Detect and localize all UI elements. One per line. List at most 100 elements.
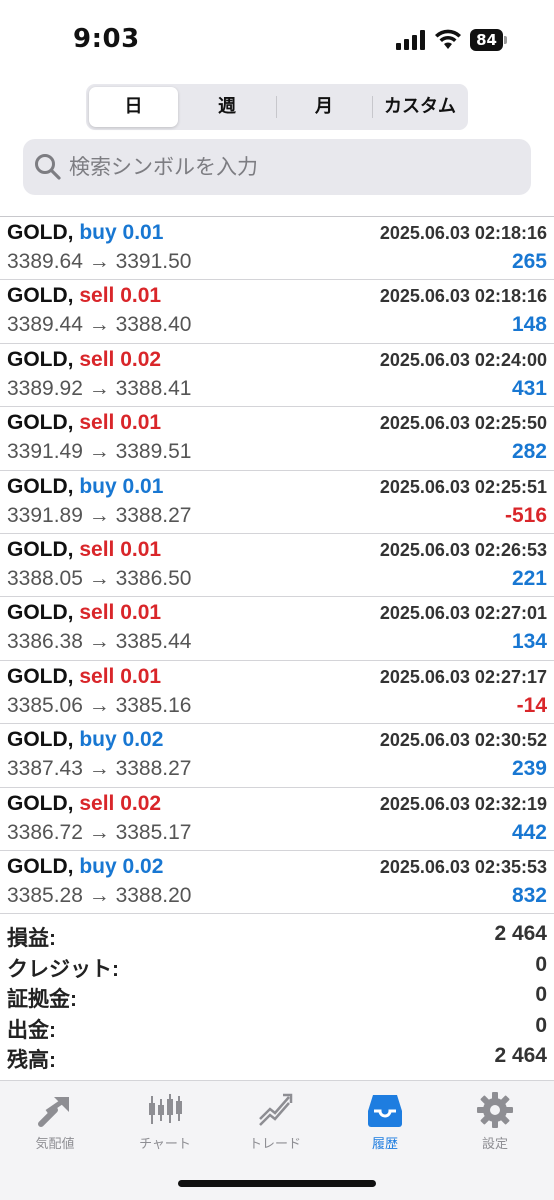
tab-label: 気配値: [35, 1137, 75, 1152]
trade-time: 2025.06.03 02:18:16: [379, 223, 547, 243]
chart-icon: [149, 1094, 182, 1124]
battery-indicator: 84: [470, 29, 507, 51]
trade-row[interactable]: GOLD, buy 0.02 2025.06.03 02:30:52 3387.43…: [0, 724, 554, 788]
trade-prices: 3391.49 → 3389.51: [7, 440, 192, 464]
trade-row[interactable]: GOLD, sell 0.02 2025.06.03 02:24:00 3389.9…: [0, 344, 554, 408]
trade-time: 2025.06.03 02:27:17: [379, 666, 547, 687]
trade-row[interactable]: GOLD, buy 0.01 2025.06.03 02:25:51 3391.89…: [0, 471, 554, 534]
tab-settings[interactable]: 設定: [440, 1081, 550, 1161]
trade-prices: 3391.89 → 3388.27: [7, 503, 192, 527]
trade-profit: 832: [511, 883, 547, 907]
trade-row[interactable]: GOLD, sell 0.01 2025.06.03 02:25:50 3391.4…: [0, 407, 554, 471]
tab-chart[interactable]: チャート: [110, 1081, 220, 1161]
trade-row[interactable]: GOLD, sell 0.02 2025.06.03 02:32:19 3386.7…: [0, 788, 554, 851]
trade-icon: [259, 1093, 293, 1126]
period-segmented-control: 日 週 月 カスタム: [86, 84, 468, 130]
trade-symbol: GOLD, sell 0.01: [7, 538, 161, 562]
trade-row[interactable]: GOLD, sell 0.01 2025.06.03 02:18:16 3389.4…: [0, 280, 554, 344]
trade-prices: 3385.06 → 3385.16: [7, 693, 192, 717]
settings-icon: [477, 1092, 513, 1128]
trade-profit: 431: [511, 376, 547, 400]
summary-value: 0: [535, 983, 547, 1006]
summary-label: 損益:: [7, 927, 56, 950]
trade-time: 2025.06.03 02:27:01: [379, 603, 547, 624]
cellular-signal-icon: [396, 30, 425, 50]
trade-time: 2025.06.03 02:25:50: [379, 413, 547, 434]
trade-time: 2025.06.03 02:18:16: [379, 286, 547, 307]
summary-label: クレジット:: [7, 957, 119, 981]
trade-prices: 3386.72 → 3385.17: [7, 820, 192, 844]
trade-side: buy 0.02: [79, 728, 164, 752]
trade-row[interactable]: GOLD, sell 0.01 2025.06.03 02:26:53 3388.0…: [0, 534, 554, 598]
symbol-name: GOLD,: [7, 791, 74, 815]
segment-month[interactable]: 月: [278, 87, 370, 127]
trade-row[interactable]: GOLD, buy 0.02 2025.06.03 02:35:53 3385.28…: [0, 851, 554, 915]
symbol-name: GOLD,: [7, 347, 74, 371]
trade-side: sell 0.02: [79, 791, 162, 815]
trade-symbol: GOLD, buy 0.01: [7, 221, 163, 245]
trade-side: sell 0.01: [79, 411, 162, 435]
summary-row: 証拠金: 0: [0, 981, 554, 1012]
trade-prices: 3386.38 → 3385.44: [7, 630, 192, 654]
symbol-name: GOLD,: [7, 728, 74, 752]
trade-profit: 282: [511, 440, 547, 464]
summary-value: 0: [535, 952, 547, 976]
trade-side: sell 0.01: [79, 601, 162, 625]
trade-time: 2025.06.03 02:25:51: [379, 476, 547, 497]
trade-row[interactable]: GOLD, buy 0.01 2025.06.03 02:18:16 3389.64…: [0, 217, 554, 281]
tab-label: 設定: [481, 1137, 508, 1152]
trade-time: 2025.06.03 02:26:53: [379, 539, 547, 560]
segment-week[interactable]: 週: [182, 87, 272, 127]
trade-time: 2025.06.03 02:35:53: [379, 856, 547, 877]
trade-prices: 3388.05 → 3386.50: [7, 566, 192, 590]
symbol-name: GOLD,: [7, 664, 74, 688]
summary-value: 2 464: [494, 1044, 547, 1067]
trade-profit: 442: [511, 820, 547, 844]
trade-prices: 3385.28 → 3388.20: [7, 883, 192, 907]
summary-row: 損益: 2 464: [0, 920, 554, 951]
trade-side: buy 0.01: [79, 221, 164, 244]
trade-history-list: GOLD, buy 0.01 2025.06.03 02:18:16 3389.64…: [0, 216, 554, 915]
trade-symbol: GOLD, sell 0.02: [7, 348, 161, 372]
trade-symbol: GOLD, buy 0.01: [7, 475, 163, 499]
trade-prices: 3387.43 → 3388.27: [7, 757, 192, 781]
summary-row: 残高: 2 464: [0, 1042, 554, 1073]
trade-profit: 134: [511, 630, 547, 654]
summary-value: 2 464: [494, 922, 547, 945]
trade-symbol: GOLD, sell 0.02: [7, 792, 161, 816]
trade-symbol: GOLD, sell 0.01: [7, 601, 161, 625]
wifi-icon: [435, 29, 461, 49]
history-icon: [368, 1095, 402, 1127]
trade-time: 2025.06.03 02:30:52: [379, 730, 547, 751]
segment-custom[interactable]: カスタム: [374, 87, 466, 127]
trade-prices: 3389.92 → 3388.41: [7, 376, 192, 400]
tab-history[interactable]: 履歴: [330, 1081, 440, 1161]
tab-trade[interactable]: トレード: [220, 1081, 330, 1161]
summary-row: クレジット: 0: [0, 951, 554, 982]
summary-label: 出金:: [7, 1018, 56, 1042]
summary-label: 残高:: [7, 1049, 56, 1072]
tab-quotes[interactable]: 気配値: [0, 1081, 110, 1161]
trade-symbol: GOLD, sell 0.01: [7, 284, 161, 308]
trade-time: 2025.06.03 02:24:00: [379, 349, 547, 370]
home-indicator: [178, 1180, 376, 1187]
trade-symbol: GOLD, sell 0.01: [7, 665, 161, 689]
trade-row[interactable]: GOLD, sell 0.01 2025.06.03 02:27:17 3385.0…: [0, 661, 554, 725]
trade-row[interactable]: GOLD, sell 0.01 2025.06.03 02:27:01 3386.3…: [0, 597, 554, 661]
status-time: 9:03: [73, 24, 140, 54]
trade-profit: 148: [511, 313, 547, 337]
tab-label: 履歴: [371, 1137, 398, 1152]
tab-label: チャート: [139, 1137, 191, 1152]
trade-side: buy 0.02: [79, 854, 164, 878]
search-input[interactable]: [69, 139, 519, 195]
segment-day[interactable]: 日: [89, 87, 178, 127]
segment-divider: [276, 96, 277, 118]
status-bar: 9:03 84: [0, 0, 554, 80]
symbol-name: GOLD,: [7, 601, 74, 625]
summary-row: 出金: 0: [0, 1012, 554, 1043]
symbol-name: GOLD,: [7, 854, 74, 878]
search-icon: [35, 154, 61, 180]
summary-label: 証拠金:: [7, 988, 77, 1011]
symbol-search-bar[interactable]: [23, 139, 531, 195]
trade-symbol: GOLD, buy 0.02: [7, 855, 163, 879]
